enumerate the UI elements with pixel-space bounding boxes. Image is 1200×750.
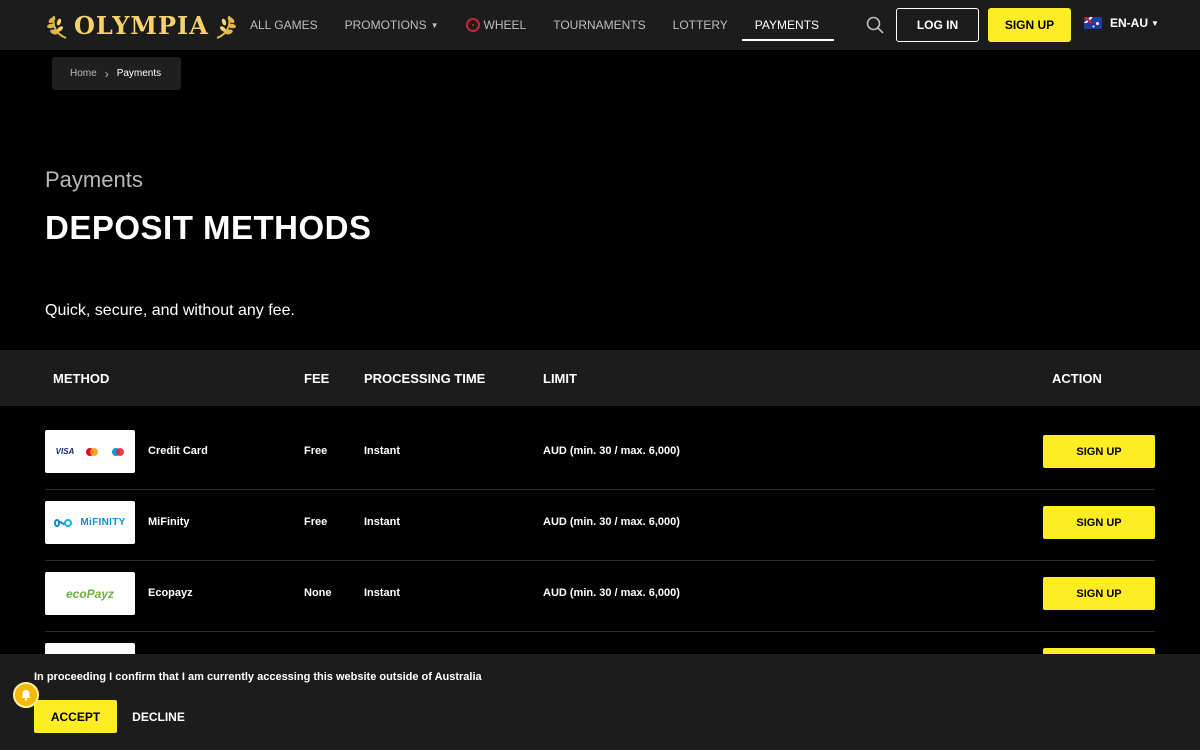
nav-label: WHEEL: [483, 18, 527, 32]
nav-lottery[interactable]: LOTTERY: [673, 0, 728, 50]
row-signup-button[interactable]: SIGN UP: [1043, 506, 1155, 539]
processing-value: Instant: [364, 587, 401, 599]
language-label: EN-AU: [1110, 16, 1148, 30]
infinity-icon: [54, 518, 73, 527]
wheel-icon: [465, 18, 480, 32]
maestro-icon: [112, 447, 125, 456]
header-limit: LIMIT: [543, 371, 577, 386]
mifinity-logo: MiFINITY: [45, 501, 135, 544]
breadcrumb: Home › Payments: [52, 57, 181, 90]
method-name: Ecopayz: [148, 587, 193, 599]
caret-down-icon: ▼: [1151, 18, 1159, 28]
signup-button[interactable]: SIGN UP: [988, 8, 1071, 42]
page-title: DEPOSIT METHODS: [45, 209, 372, 246]
header-fee: FEE: [304, 371, 330, 386]
search-icon[interactable]: [866, 16, 884, 34]
header-processing: PROCESSING TIME: [364, 371, 486, 386]
page-subtitle: Payments: [45, 167, 143, 192]
nav-label: PAYMENTS: [754, 18, 820, 32]
processing-value: Instant: [364, 516, 401, 528]
caret-down-icon: ▼: [430, 20, 439, 30]
login-button[interactable]: LOG IN: [896, 8, 979, 42]
row-signup-button[interactable]: SIGN UP: [1043, 577, 1155, 610]
header-action: ACTION: [1052, 371, 1102, 386]
nav-payments[interactable]: PAYMENTS: [741, 0, 835, 50]
nav-label: LOTTERY: [672, 18, 728, 32]
page-tagline: Quick, secure, and without any fee.: [45, 302, 295, 319]
ecopayz-text: ecoPayz: [65, 586, 115, 601]
australia-flag-icon: [1084, 17, 1102, 29]
limit-value: AUD (min. 30 / max. 6,000): [543, 445, 680, 457]
consent-text: In proceeding I confirm that I am curren…: [34, 671, 482, 683]
logo-text: OLYMPIA: [74, 10, 209, 40]
nav-all-games[interactable]: ALL GAMES: [250, 0, 318, 50]
chevron-right-icon: ›: [104, 66, 109, 81]
olympia-logo[interactable]: OLYMPIA: [46, 7, 237, 43]
breadcrumb-home[interactable]: Home: [70, 68, 97, 79]
credit-card-logo: VISA: [45, 430, 135, 473]
accept-button[interactable]: ACCEPT: [34, 700, 117, 733]
ecopayz-logo: ecoPayz: [45, 572, 135, 615]
bell-glyph-icon: [21, 690, 31, 701]
nav-label: ALL GAMES: [250, 18, 318, 32]
table-row: ecoPayz Ecopayz None Instant AUD (min. 3…: [45, 561, 1155, 632]
limit-value: AUD (min. 30 / max. 6,000): [543, 516, 680, 528]
laurel-left-icon: [47, 15, 67, 39]
top-header: OLYMPIA ALL GAMES PROMOTIONS ▼ WHEEL TOU…: [0, 0, 1200, 50]
table-row: VISA Credit Card Free Instant AUD (min. …: [45, 419, 1155, 490]
breadcrumb-current: Payments: [116, 68, 162, 79]
notification-bell-icon[interactable]: [13, 682, 39, 708]
method-name: Credit Card: [148, 445, 208, 457]
limit-value: AUD (min. 30 / max. 6,000): [543, 587, 680, 599]
fee-value: None: [304, 587, 332, 599]
nav-label: TOURNAMENTS: [553, 18, 646, 32]
mifinity-text: MiFINITY: [80, 517, 126, 528]
fee-value: Free: [304, 445, 328, 457]
header-method: METHOD: [53, 371, 110, 386]
nav-wheel[interactable]: WHEEL: [465, 0, 527, 50]
visa-logo: VISA: [55, 447, 75, 456]
processing-value: Instant: [364, 445, 401, 457]
row-signup-button[interactable]: SIGN UP: [1043, 435, 1155, 468]
language-selector[interactable]: EN-AU ▼: [1084, 16, 1159, 30]
decline-button[interactable]: DECLINE: [126, 700, 191, 733]
location-consent-bar: In proceeding I confirm that I am curren…: [0, 654, 1200, 750]
method-name: MiFinity: [148, 516, 190, 528]
laurel-right-icon: [216, 15, 236, 39]
nav-tournaments[interactable]: TOURNAMENTS: [553, 0, 645, 50]
table-row: MiFINITY MiFinity Free Instant AUD (min.…: [45, 490, 1155, 561]
fee-value: Free: [304, 516, 328, 528]
main-nav: ALL GAMES PROMOTIONS ▼ WHEEL TOURNAMENTS…: [250, 0, 846, 50]
table-header: METHOD FEE PROCESSING TIME LIMIT ACTION: [0, 350, 1200, 406]
nav-label: PROMOTIONS: [344, 18, 427, 32]
nav-promotions[interactable]: PROMOTIONS ▼: [345, 0, 439, 50]
mastercard-icon: [86, 447, 99, 456]
